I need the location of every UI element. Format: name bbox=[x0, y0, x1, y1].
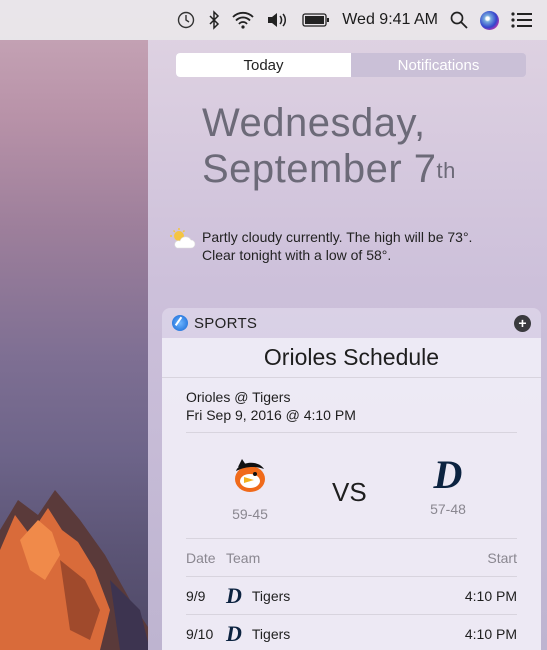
partly-cloudy-icon bbox=[170, 228, 196, 250]
versus-label: VS bbox=[332, 477, 367, 507]
bluetooth-icon[interactable] bbox=[208, 9, 220, 31]
tigers-team[interactable]: D 57-48 bbox=[418, 452, 478, 518]
row-start: 4:10 PM bbox=[464, 625, 517, 642]
col-date-header: Date bbox=[186, 549, 216, 566]
col-start-header: Start bbox=[487, 549, 517, 566]
game-matchup: Orioles @ Tigers bbox=[186, 389, 291, 405]
date-ordinal-suffix: th bbox=[436, 158, 456, 183]
row-start: 4:10 PM bbox=[464, 587, 517, 604]
matchup-scoreboard: 59-45 VS D 57-48 bbox=[162, 433, 541, 538]
tigers-record: 57-48 bbox=[430, 501, 466, 517]
notification-center-icon[interactable] bbox=[511, 9, 533, 31]
orioles-record: 59-45 bbox=[232, 506, 268, 522]
widget-title: SPORTS bbox=[194, 314, 258, 332]
today-notifications-segmented-control: Today Notifications bbox=[176, 53, 526, 77]
siri-icon[interactable] bbox=[480, 9, 499, 31]
row-date: 9/9 bbox=[186, 587, 206, 604]
table-row[interactable]: 9/10 D Tigers 4:10 PM bbox=[186, 614, 517, 650]
add-widget-button[interactable]: + bbox=[514, 314, 531, 332]
time-machine-icon[interactable] bbox=[176, 9, 196, 31]
wifi-icon[interactable] bbox=[232, 9, 254, 31]
row-team: D Tigers bbox=[226, 582, 291, 608]
weather-tonight: Clear tonight with a low of 58°. bbox=[202, 247, 392, 263]
next-game-info[interactable]: Orioles @ Tigers Fri Sep 9, 2016 @ 4:10 … bbox=[162, 378, 541, 424]
tigers-logo-icon: D bbox=[433, 452, 463, 497]
sports-widget: SPORTS + Orioles Schedule Orioles @ Tige… bbox=[162, 308, 541, 650]
menu-bar: Wed 9:41 AM bbox=[0, 0, 547, 40]
row-team: D Tigers bbox=[226, 620, 291, 646]
battery-icon[interactable] bbox=[302, 9, 330, 31]
sports-app-icon bbox=[172, 315, 188, 331]
orioles-team[interactable]: 59-45 bbox=[220, 453, 280, 522]
table-header-row: Date Team Start bbox=[186, 538, 517, 576]
today-date-heading: Wednesday, September 7th bbox=[202, 100, 456, 192]
col-team-header: Team bbox=[226, 549, 261, 566]
date-month-day: September 7th bbox=[202, 147, 456, 191]
tigers-logo-icon: D bbox=[226, 582, 242, 608]
date-weekday: Wednesday, bbox=[202, 101, 426, 145]
weather-current: Partly cloudy currently. The high will b… bbox=[202, 229, 473, 245]
widget-header: SPORTS + bbox=[162, 308, 541, 338]
menubar-clock[interactable]: Wed 9:41 AM bbox=[342, 11, 438, 29]
weather-text: Partly cloudy currently. The high will b… bbox=[202, 228, 472, 264]
row-date: 9/10 bbox=[186, 625, 214, 642]
tab-today[interactable]: Today bbox=[176, 53, 351, 77]
schedule-title: Orioles Schedule bbox=[162, 338, 541, 378]
weather-summary: Partly cloudy currently. The high will b… bbox=[170, 228, 472, 264]
notification-center-panel: Today Notifications Wednesday, September… bbox=[148, 40, 547, 650]
widget-body: Orioles Schedule Orioles @ Tigers Fri Se… bbox=[162, 338, 541, 650]
tigers-logo-icon: D bbox=[226, 620, 242, 646]
schedule-table: Date Team Start 9/9 D Tigers 4:10 PM 9/10… bbox=[186, 538, 517, 650]
spotlight-icon[interactable] bbox=[450, 9, 468, 31]
tab-notifications[interactable]: Notifications bbox=[351, 53, 526, 77]
volume-icon[interactable] bbox=[266, 9, 290, 31]
orioles-logo-icon bbox=[235, 459, 265, 492]
table-row[interactable]: 9/9 D Tigers 4:10 PM bbox=[186, 576, 517, 614]
mountain-image bbox=[0, 490, 150, 650]
game-time: Fri Sep 9, 2016 @ 4:10 PM bbox=[186, 407, 356, 423]
